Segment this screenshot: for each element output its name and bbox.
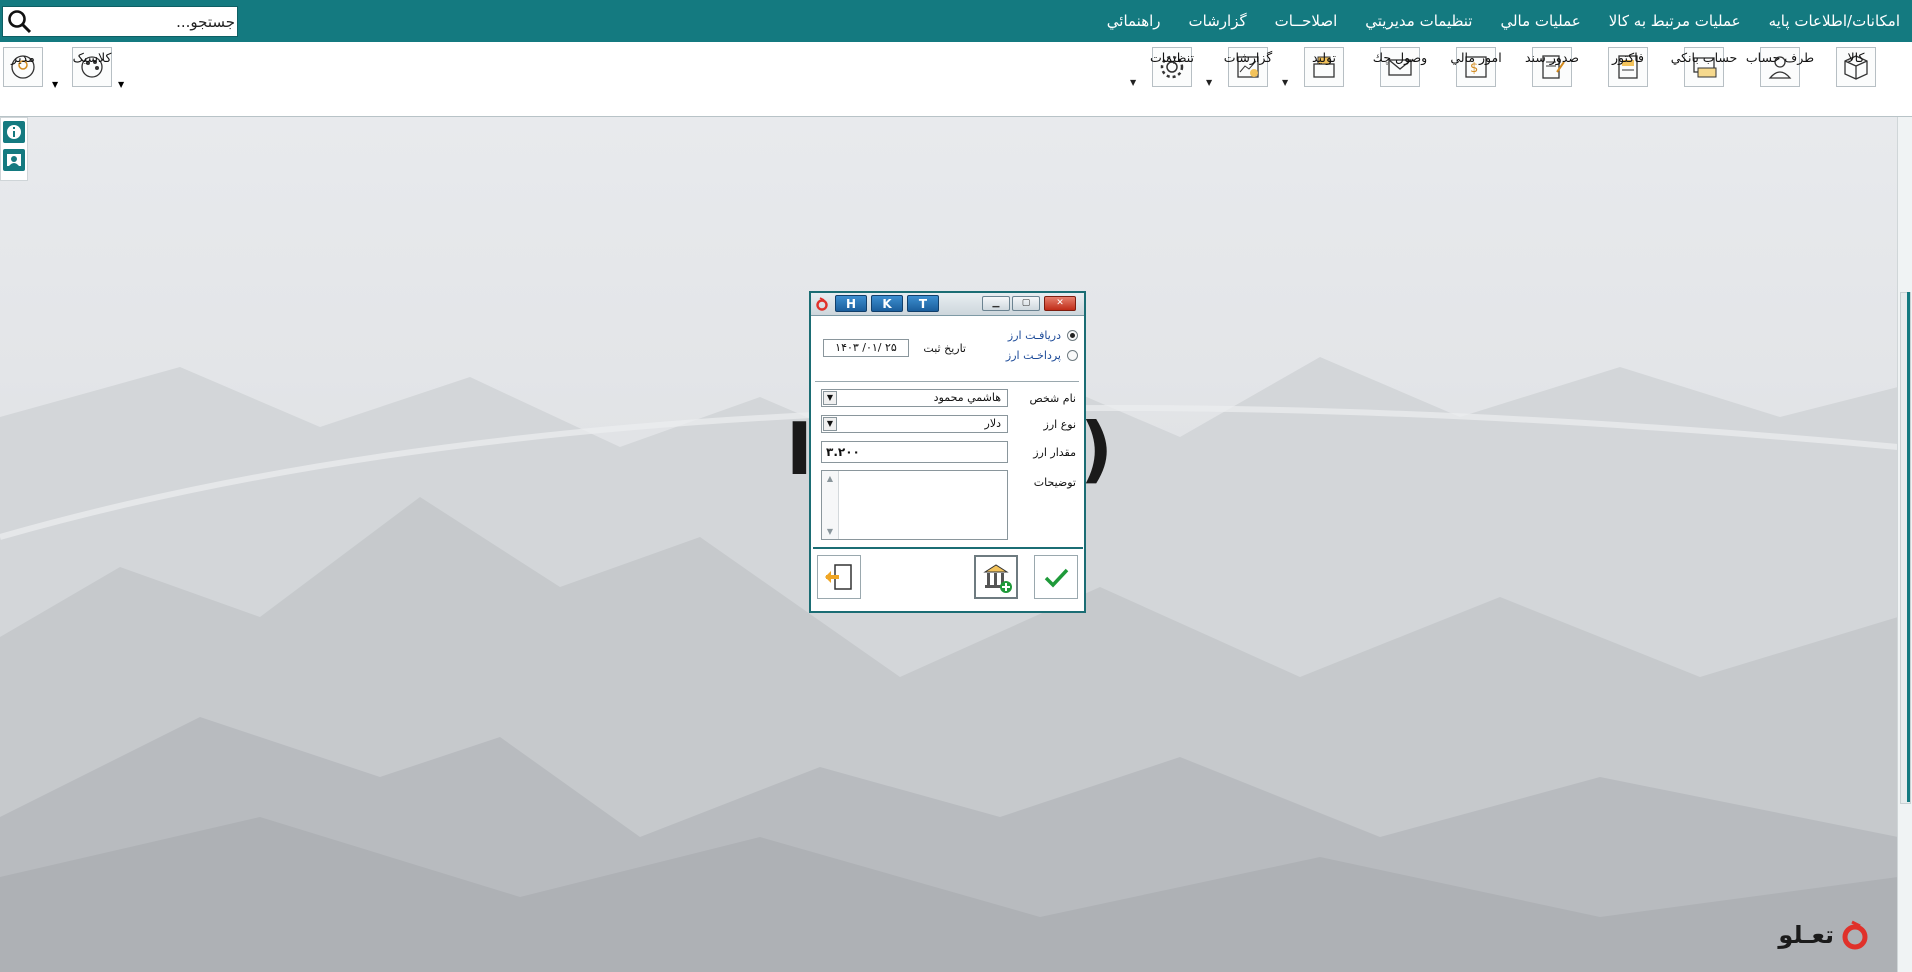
- confirm-button[interactable]: [1034, 555, 1078, 599]
- toolbar-production-label: تولید: [1311, 50, 1337, 65]
- brand-logo-icon: [1842, 920, 1868, 950]
- exit-button[interactable]: [817, 555, 861, 599]
- toolbar-reports-label: گزارشات: [1223, 50, 1273, 65]
- radio-receive-dot[interactable]: [1067, 330, 1078, 341]
- menu-corrections[interactable]: اصلاحــات: [1275, 12, 1338, 30]
- toolbar-user-button[interactable]: مدیر: [0, 44, 46, 112]
- date-field[interactable]: ۱۴۰۳ /۰۱/ ۲۵: [823, 339, 909, 357]
- toolbar-left-group: مدیر ▼ کلاسیک ▼: [0, 44, 138, 112]
- radio-pay-dot[interactable]: [1067, 350, 1078, 361]
- person-dropdown-icon[interactable]: ▼: [823, 391, 837, 405]
- menu-basic-info[interactable]: امکانات/اطلاعات پایه: [1769, 12, 1900, 30]
- toolbar-production-button[interactable]: تولید ▼: [1282, 44, 1362, 112]
- dialog-titlebar[interactable]: H K T ▁ ▢ ✕: [811, 293, 1084, 316]
- toolbar-cheque-receipt-label: وصول چك: [1372, 50, 1428, 65]
- left-quick-bar: [0, 117, 28, 181]
- toolbar-issue-document-button[interactable]: صدور سند: [1514, 44, 1590, 112]
- toolbar-settings-button[interactable]: تنظیمات ▼: [1130, 44, 1210, 112]
- maximize-button[interactable]: ▢: [1012, 296, 1040, 311]
- app-logo-icon: [816, 297, 828, 311]
- notes-textarea[interactable]: ▲ ▼: [821, 470, 1008, 540]
- menu-reports[interactable]: گزارشات: [1189, 12, 1247, 30]
- currency-type-label: نوع ارز: [1043, 418, 1076, 431]
- currency-amount-label: مقدار ارز: [1033, 446, 1076, 459]
- menu-goods-operations[interactable]: عملیات مرتبط به کالا: [1609, 12, 1741, 30]
- radio-pay-label: پرداخـت ارز: [1005, 349, 1061, 362]
- dialog-separator-top: [815, 381, 1079, 382]
- search-input[interactable]: [37, 9, 237, 35]
- vertical-scrollbar[interactable]: [1897, 117, 1912, 972]
- toolbar-issue-document-label: صدور سند: [1524, 50, 1580, 65]
- toolbar-theme-label: کلاسیک: [72, 50, 112, 65]
- theme-dropdown[interactable]: ▼: [116, 44, 138, 112]
- toolbar-right-group: کالا طرف حساب حساب بانکي فاکتور صدور سند…: [1130, 44, 1894, 112]
- scrollbar-accent-line: [1907, 292, 1910, 802]
- toolbar-cheque-receipt-button[interactable]: وصول چك: [1362, 44, 1438, 112]
- radio-pay-currency[interactable]: پرداخـت ارز: [1006, 349, 1078, 362]
- hotkey-h-button[interactable]: H: [835, 295, 867, 312]
- menu-help[interactable]: راهنمائي: [1107, 12, 1161, 30]
- toolbar-financial-affairs-label: امور مالي: [1450, 50, 1502, 65]
- toolbar-theme-button[interactable]: کلاسیک: [68, 44, 116, 112]
- toolbar-goods-button[interactable]: کالا: [1818, 44, 1894, 112]
- person-name-label: نام شخص: [1029, 392, 1076, 405]
- radio-receive-currency[interactable]: دریافـت ارز: [1008, 329, 1078, 342]
- toolbar-account-party-button[interactable]: طرف حساب: [1742, 44, 1818, 112]
- date-label: تاریخ ثبت: [923, 342, 966, 355]
- currency-type-select[interactable]: دلار ▼: [821, 415, 1008, 433]
- scroll-down-icon[interactable]: ▼: [822, 527, 838, 536]
- search-icon[interactable]: [7, 9, 33, 35]
- add-bank-button[interactable]: [974, 555, 1018, 599]
- radio-receive-label: دریافـت ارز: [1007, 329, 1061, 342]
- settings-dropdown-icon[interactable]: ▼: [1130, 78, 1136, 87]
- hotkey-t-button[interactable]: T: [907, 295, 939, 312]
- person-name-select[interactable]: هاشمي محمود ▼: [821, 389, 1008, 407]
- theme-dropdown-icon[interactable]: ▼: [118, 80, 124, 89]
- main-toolbar: کالا طرف حساب حساب بانکي فاکتور صدور سند…: [0, 42, 1912, 117]
- toolbar-account-party-label: طرف حساب: [1745, 50, 1815, 65]
- notes-scrollbar[interactable]: ▲ ▼: [822, 471, 839, 539]
- info-icon[interactable]: [3, 121, 25, 143]
- person-name-value: هاشمي محمود: [933, 391, 1001, 404]
- main-menubar: امکانات/اطلاعات پایه عملیات مرتبط به کال…: [0, 0, 1912, 42]
- toolbar-settings-label: تنظیمات: [1149, 50, 1195, 65]
- currency-amount-input[interactable]: ۳.۲۰۰: [821, 441, 1008, 463]
- user-dropdown-icon[interactable]: ▼: [52, 80, 58, 89]
- user-card-icon[interactable]: [3, 149, 25, 171]
- bank-add-icon: [983, 564, 1012, 593]
- menu-management-settings[interactable]: تنظیمات مدیریتي: [1365, 12, 1472, 30]
- exit-door-icon: [825, 564, 852, 590]
- notes-label: توضیحات: [1033, 476, 1076, 489]
- menu-items: امکانات/اطلاعات پایه عملیات مرتبط به کال…: [1107, 0, 1900, 42]
- currency-dropdown-icon[interactable]: ▼: [823, 417, 837, 431]
- brand-logo-text: تعـلو: [1778, 921, 1834, 949]
- toolbar-user-label: مدیر: [11, 50, 35, 65]
- close-button[interactable]: ✕: [1044, 296, 1076, 311]
- toolbar-invoice-button[interactable]: فاکتور: [1590, 44, 1666, 112]
- minimize-button[interactable]: ▁: [982, 296, 1010, 311]
- brand-logo: تعـلو: [1778, 920, 1870, 950]
- toolbar-bank-account-button[interactable]: حساب بانکي: [1666, 44, 1742, 112]
- checkmark-icon: [1044, 568, 1069, 588]
- toolbar-goods-label: کالا: [1847, 50, 1865, 65]
- scroll-up-icon[interactable]: ▲: [822, 474, 838, 483]
- dialog-separator-bottom: [813, 547, 1083, 549]
- toolbar-invoice-label: فاکتور: [1611, 50, 1644, 65]
- currency-transaction-dialog: H K T ▁ ▢ ✕ دریافـت ارز پرداخـت ارز تاری…: [809, 291, 1086, 613]
- search-box: [2, 6, 238, 37]
- menu-financial-operations[interactable]: عملیات مالي: [1500, 12, 1580, 30]
- currency-type-value: دلار: [984, 417, 1001, 430]
- toolbar-bank-account-label: حساب بانکي: [1670, 50, 1738, 65]
- user-dropdown[interactable]: ▼: [46, 44, 68, 112]
- toolbar-reports-button[interactable]: گزارشات ▼: [1206, 44, 1286, 112]
- hotkey-k-button[interactable]: K: [871, 295, 903, 312]
- toolbar-financial-affairs-button[interactable]: $ امور مالي: [1438, 44, 1514, 112]
